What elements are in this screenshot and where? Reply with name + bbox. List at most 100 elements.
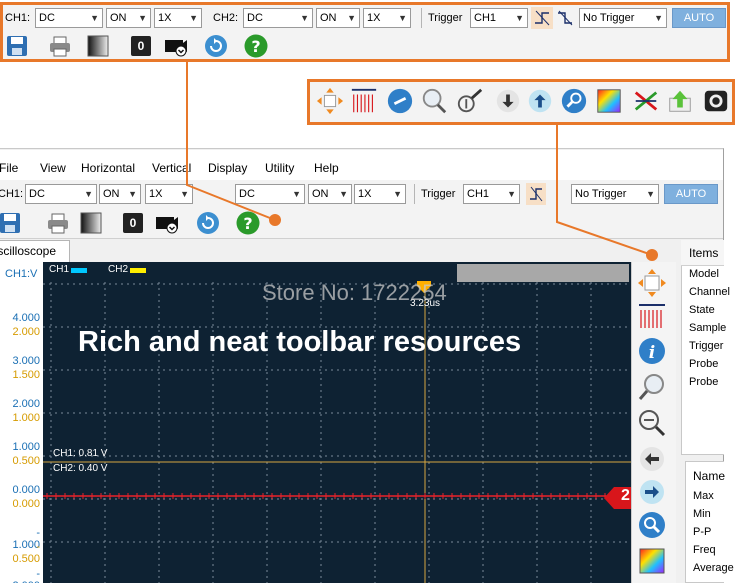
- gradient-icon[interactable]: [79, 211, 103, 235]
- chevron-down-icon: ▼: [339, 189, 348, 199]
- main-ch2-state-select[interactable]: ON ▼: [308, 184, 352, 204]
- main-ch1-label: CH1:: [0, 188, 24, 200]
- info-icon[interactable]: [386, 86, 414, 116]
- menu-file[interactable]: File: [0, 160, 18, 176]
- main-ch2-probe-select[interactable]: 1X ▼: [354, 184, 406, 204]
- zoom-ch1-label: CH1:: [5, 12, 31, 24]
- gradient-icon[interactable]: [86, 34, 110, 58]
- menu-view[interactable]: View: [40, 160, 66, 176]
- ch1-readout: CH1: 0.81 V: [53, 448, 108, 459]
- save-icon[interactable]: [5, 34, 29, 58]
- zoom-trigger-mode-select[interactable]: No Trigger ▼: [579, 8, 667, 28]
- zoom-rising-edge-button[interactable]: [531, 7, 553, 29]
- zoom-ch1-state-select[interactable]: ON ▼: [106, 8, 151, 28]
- menu-horizontal[interactable]: Horizontal: [81, 160, 135, 176]
- camera-icon[interactable]: [164, 34, 188, 58]
- main-trigger-source-select[interactable]: CH1 ▼: [463, 184, 520, 204]
- legend-ch2-label: CH2: [108, 264, 129, 275]
- main-trigger-mode-select[interactable]: No Trigger ▼: [571, 184, 659, 204]
- tab-label: Oscilloscope: [0, 244, 57, 258]
- refresh-icon[interactable]: [204, 34, 228, 58]
- search-icon[interactable]: [560, 86, 588, 116]
- export-icon[interactable]: [666, 86, 694, 116]
- chevron-down-icon: ▼: [646, 189, 655, 199]
- rising-edge-icon: [535, 10, 550, 26]
- channel-marker-label: 2: [621, 487, 630, 504]
- zoom-ch2-coupling-select[interactable]: DC ▼: [243, 8, 313, 28]
- grid-lines-icon[interactable]: [637, 302, 667, 332]
- grid-lines-icon[interactable]: [350, 86, 378, 116]
- zoom-falling-edge-button[interactable]: [554, 7, 576, 29]
- main-ch1-coupling-select[interactable]: DC ▼: [25, 184, 97, 204]
- ch2-readout: CH2: 0.40 V: [53, 463, 108, 474]
- toolbar-divider: [414, 184, 415, 204]
- zoom-out-icon[interactable]: [456, 86, 484, 116]
- menu-utility[interactable]: Utility: [265, 160, 294, 176]
- chevron-down-icon: ▼: [292, 189, 301, 199]
- zoom-trigger-source-select[interactable]: CH1 ▼: [470, 8, 528, 28]
- record-icon[interactable]: [702, 86, 730, 116]
- print-icon[interactable]: [46, 211, 70, 235]
- zoom-out-icon[interactable]: [637, 408, 667, 438]
- main-ch1-state-select[interactable]: ON ▼: [99, 184, 141, 204]
- chevron-down-icon: ▼: [393, 189, 402, 199]
- help-icon[interactable]: ?: [236, 211, 260, 235]
- chevron-down-icon: ▼: [654, 13, 663, 23]
- main-trigger-label: Trigger: [421, 188, 456, 200]
- rising-edge-icon: [530, 186, 543, 202]
- print-icon[interactable]: [48, 34, 72, 58]
- info-item: Sample: [689, 322, 727, 334]
- info-icon[interactable]: i: [637, 336, 667, 366]
- measure-header-label: Name: [693, 469, 726, 483]
- falling-edge-icon: [558, 10, 573, 26]
- chevron-down-icon: ▼: [128, 189, 137, 199]
- main-ch2-coupling-select[interactable]: DC ▼: [235, 184, 305, 204]
- menu-display[interactable]: Display: [208, 160, 247, 176]
- y-tick-ch2: 0.000: [12, 498, 40, 510]
- color-palette-icon[interactable]: [595, 86, 623, 116]
- arrow-right-icon[interactable]: [637, 477, 667, 507]
- move-icon[interactable]: [316, 86, 344, 116]
- zoom-ch2-probe-select[interactable]: 1X ▼: [363, 8, 411, 28]
- info-item: Trigger: [689, 340, 724, 352]
- cursor-lines-icon[interactable]: [632, 86, 660, 116]
- search-icon[interactable]: [637, 510, 667, 540]
- chevron-down-icon: ▼: [347, 13, 356, 23]
- app-root: File View Horizontal Vertical Display Ut…: [0, 0, 736, 583]
- save-icon[interactable]: [0, 211, 22, 235]
- camera-icon[interactable]: [155, 211, 179, 235]
- zoom-counter-button[interactable]: 0: [131, 36, 151, 56]
- main-ch1-probe-select[interactable]: 1X ▼: [145, 184, 193, 204]
- refresh-icon[interactable]: [196, 211, 220, 235]
- zoom-ch1-coupling-select[interactable]: DC ▼: [35, 8, 103, 28]
- tab-oscilloscope[interactable]: Oscilloscope: [0, 240, 70, 262]
- menu-vertical[interactable]: Vertical: [152, 160, 191, 176]
- y-tick-ch1: 2.000: [12, 398, 40, 410]
- chevron-down-icon: ▼: [507, 189, 516, 199]
- zoom-ch1-probe-select[interactable]: 1X ▼: [154, 8, 202, 28]
- chevron-down-icon: ▼: [84, 189, 93, 199]
- legend-ch1-swatch: [71, 268, 87, 273]
- svg-text:i: i: [649, 343, 655, 363]
- zoom-ch2-state-select[interactable]: ON ▼: [316, 8, 360, 28]
- main-auto-button[interactable]: AUTO: [664, 184, 718, 204]
- y-tick-ch2: - 0.500: [12, 541, 40, 565]
- move-icon[interactable]: [637, 268, 667, 298]
- color-palette-icon[interactable]: [637, 546, 667, 576]
- zoom-in-icon[interactable]: [637, 372, 667, 402]
- arrow-down-icon[interactable]: [494, 86, 522, 116]
- zoom-in-icon[interactable]: [420, 86, 448, 116]
- arrow-up-icon[interactable]: [526, 86, 554, 116]
- svg-text:?: ?: [251, 37, 260, 56]
- menu-help[interactable]: Help: [314, 160, 339, 176]
- arrow-left-icon[interactable]: [637, 444, 667, 474]
- chevron-down-icon: ▼: [90, 13, 99, 23]
- promo-caption: Rich and neat toolbar resources: [78, 326, 522, 358]
- zoom-auto-button[interactable]: AUTO: [672, 8, 726, 28]
- main-rising-edge-button[interactable]: [526, 183, 546, 205]
- scroll-position-bar[interactable]: [457, 264, 629, 282]
- y-tick-ch2: 0.500: [12, 455, 40, 467]
- y-tick-ch1: - 2.000: [12, 568, 40, 583]
- main-counter-button[interactable]: 0: [123, 213, 143, 233]
- help-icon[interactable]: ?: [244, 34, 268, 58]
